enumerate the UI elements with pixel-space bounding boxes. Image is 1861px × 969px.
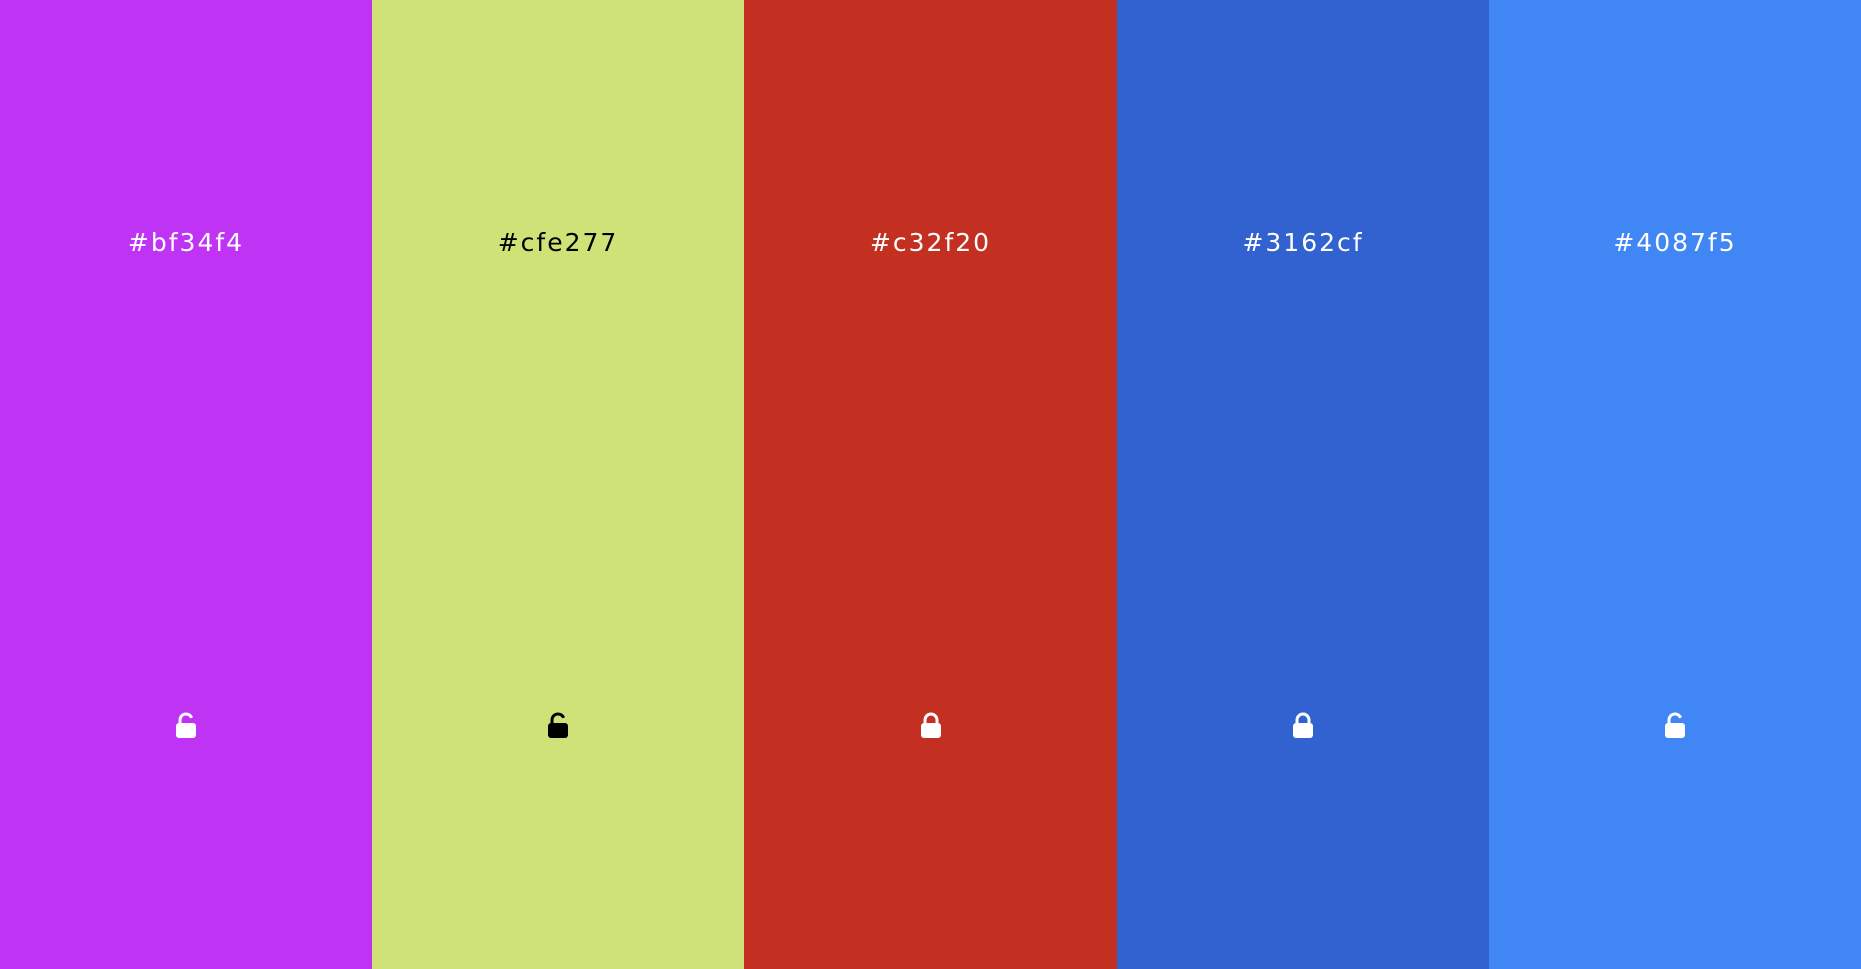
color-swatch-1[interactable]: #bf34f4 <box>0 0 372 969</box>
hex-code-label[interactable]: #cfe277 <box>372 225 744 261</box>
lock-toggle-button[interactable] <box>1660 710 1690 742</box>
lock-toggle-button[interactable] <box>916 710 946 742</box>
color-palette: #bf34f4 #cfe277 #c32f20 #3162cf #4087f5 <box>0 0 1861 969</box>
color-swatch-4[interactable]: #3162cf <box>1117 0 1489 969</box>
color-swatch-5[interactable]: #4087f5 <box>1489 0 1861 969</box>
lock-closed-icon <box>1291 712 1315 740</box>
lock-open-icon <box>546 712 570 740</box>
hex-code-label[interactable]: #c32f20 <box>744 225 1117 261</box>
lock-open-icon <box>1663 712 1687 740</box>
lock-closed-icon <box>919 712 943 740</box>
hex-code-label[interactable]: #bf34f4 <box>0 225 372 261</box>
lock-open-icon <box>174 712 198 740</box>
lock-toggle-button[interactable] <box>171 710 201 742</box>
color-swatch-3[interactable]: #c32f20 <box>744 0 1117 969</box>
lock-toggle-button[interactable] <box>543 710 573 742</box>
hex-code-label[interactable]: #3162cf <box>1117 225 1489 261</box>
hex-code-label[interactable]: #4087f5 <box>1489 225 1861 261</box>
color-swatch-2[interactable]: #cfe277 <box>372 0 744 969</box>
lock-toggle-button[interactable] <box>1288 710 1318 742</box>
